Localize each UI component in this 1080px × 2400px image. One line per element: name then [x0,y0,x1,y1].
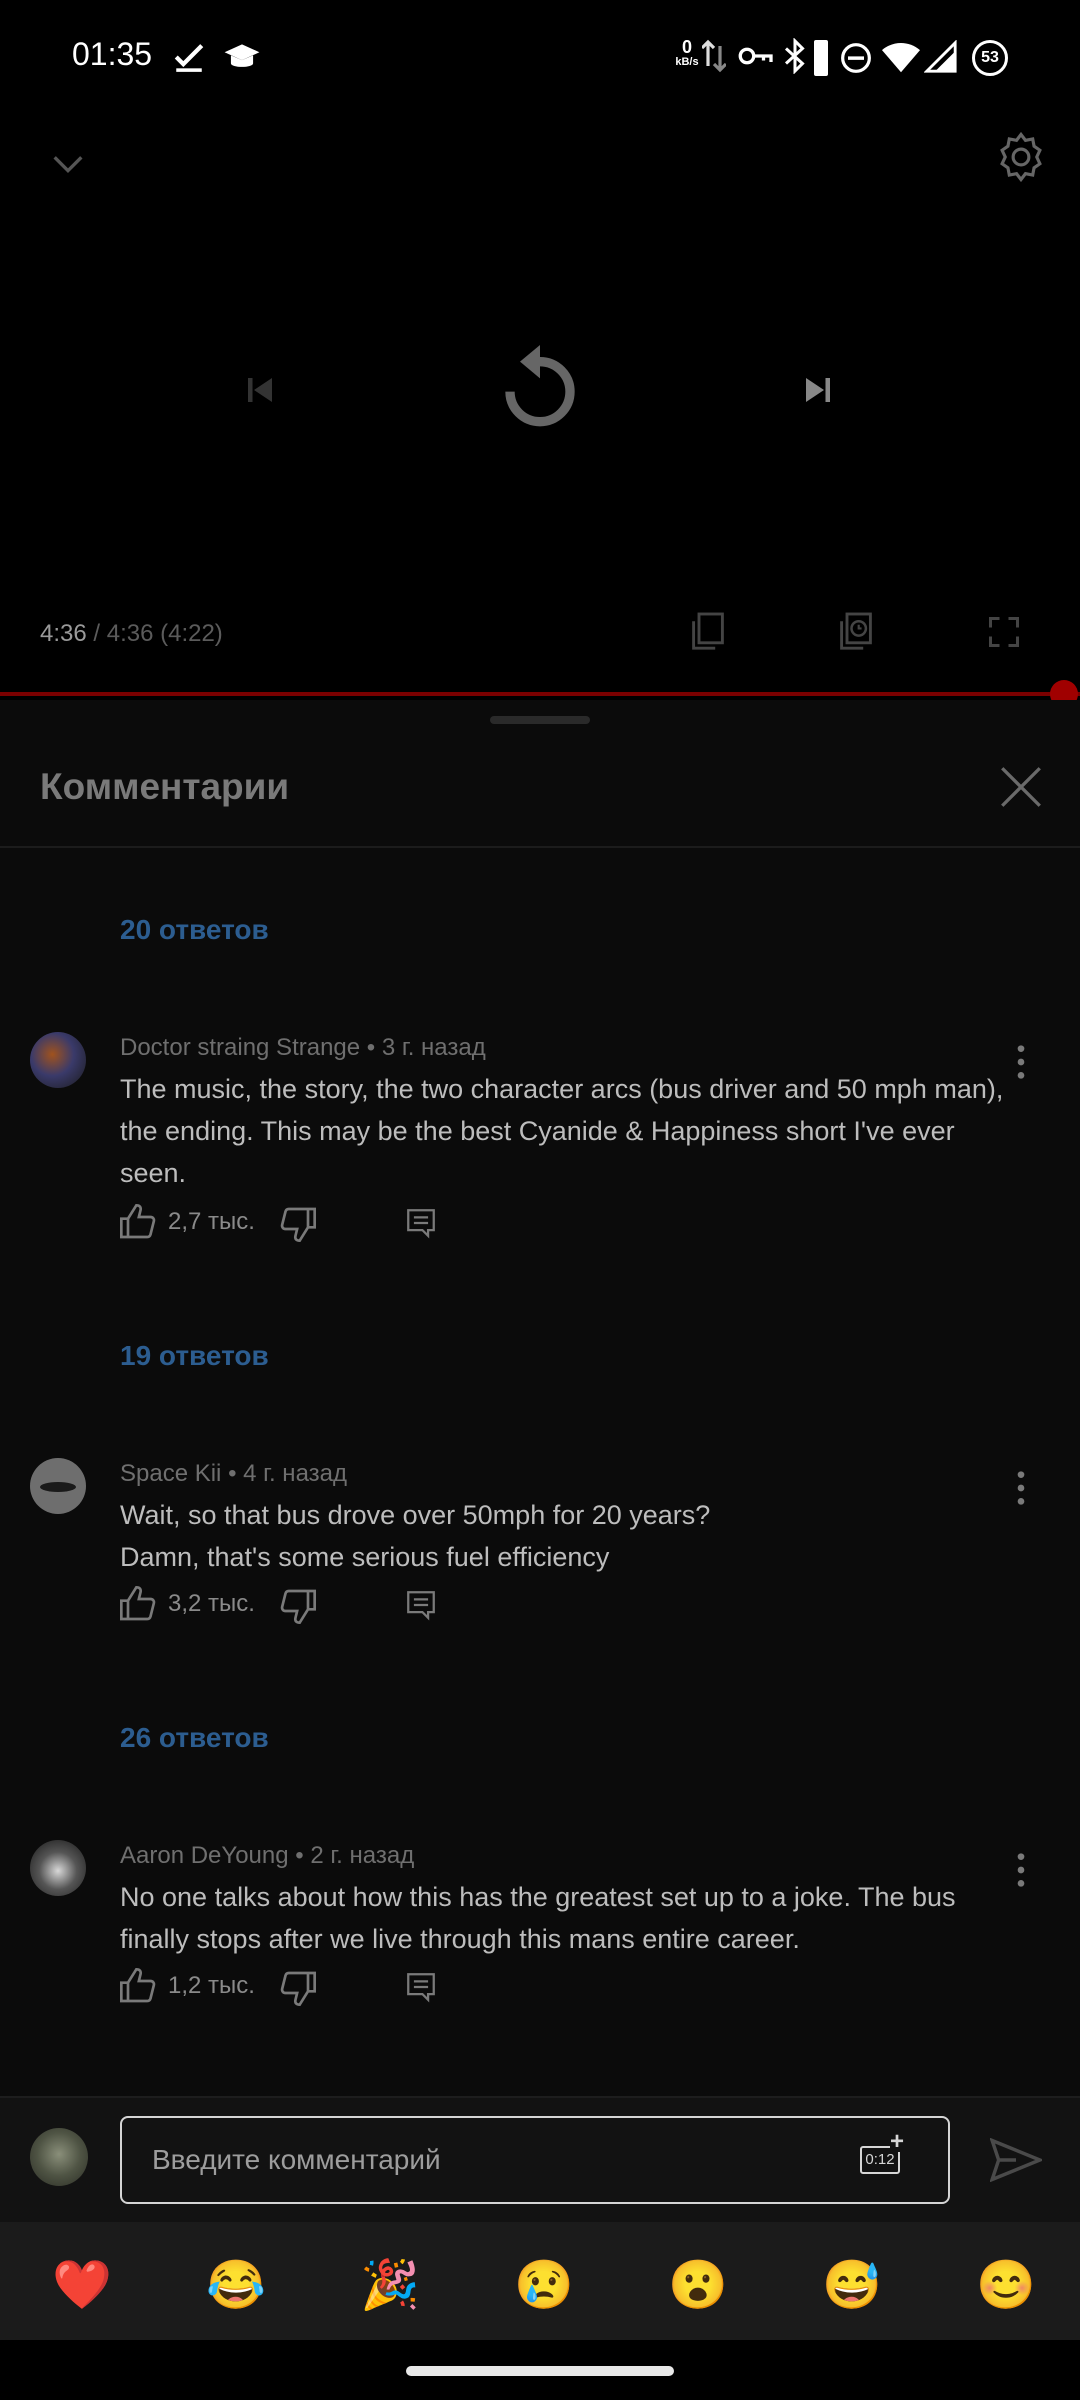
comment-actions: 3,2 тыс. [118,1582,458,1626]
status-time: 01:35 [72,36,153,72]
bluetooth-icon [784,38,805,74]
emoji-party[interactable]: 🎉 [360,2256,420,2313]
comment-text: The music, the story, the two character … [120,1074,1004,1188]
replies-link[interactable]: 19 ответов [120,1340,269,1372]
header-divider [0,846,1080,848]
avatar[interactable] [30,1458,86,1514]
comment-actions: 2,7 тыс. [118,1200,458,1244]
thumb-up-icon[interactable] [118,1202,158,1242]
progress-fill [0,692,1080,696]
thumb-up-icon[interactable] [118,1584,158,1624]
emoji-smile[interactable]: 😊 [976,2256,1036,2313]
emoji-bar: ❤️ 😂 🎉 😢 😮 😅 😊 [0,2222,1080,2340]
wifi-icon [882,42,920,73]
time-total: / 4:36 (4:22) [93,620,223,647]
comment-meta: Space Kii • 4 г. назад [120,1460,347,1488]
video-player[interactable]: 4:36 / 4:36 (4:22) [0,118,1080,708]
like-count: 3,2 тыс. [168,1590,255,1617]
reply-icon[interactable] [404,1970,438,2004]
more-vert-icon[interactable] [1006,1468,1036,1508]
signal-icon [924,40,957,73]
vpn-key-icon [738,47,773,65]
emoji-laugh[interactable]: 😂 [206,2256,266,2313]
reply-icon[interactable] [404,1588,438,1622]
close-icon[interactable] [996,762,1046,812]
comment-text: No one talks about how this has the grea… [120,1882,956,1954]
comment-author[interactable]: Aaron DeYoung [120,1842,289,1869]
like-count: 1,2 тыс. [168,1972,255,1999]
comment-meta: Aaron DeYoung • 2 г. назад [120,1842,414,1870]
progress-track[interactable] [0,692,1080,696]
avatar[interactable] [30,1840,86,1896]
comment-time: • 3 г. назад [366,1034,486,1061]
user-avatar [30,2128,88,2186]
thumb-down-icon[interactable] [278,1586,318,1626]
comment-meta: Doctor straing Strange • 3 г. назад [120,1034,486,1062]
comment-time: • 4 г. назад [228,1460,347,1487]
time-display: 4:36 / 4:36 (4:22) [40,620,223,648]
check-icon [174,44,204,72]
like-count: 2,7 тыс. [168,1208,255,1235]
battery-percent-icon: 53 [972,40,1008,76]
emoji-heart[interactable]: ❤️ [52,2256,112,2313]
fullscreen-icon[interactable] [986,614,1022,650]
emoji-sweat-smile[interactable]: 😅 [822,2256,882,2313]
comment-text: Wait, so that bus drove over 50mph for 2… [120,1500,711,1572]
comment-input-placeholder: Введите комментарий [152,2144,441,2175]
thumb-down-icon[interactable] [278,1204,318,1244]
timestamp-button[interactable]: 0:12 + [860,2130,905,2174]
emoji-sad[interactable]: 😢 [514,2256,574,2313]
replay-icon[interactable] [500,340,580,430]
settings-gear-icon[interactable] [994,130,1048,184]
copy-icon[interactable] [690,612,726,652]
comment-composer: Введите комментарий 0:12 + [0,2096,1080,2222]
drag-handle[interactable] [490,716,590,724]
do-not-disturb-icon [841,43,871,73]
emoji-surprised[interactable]: 😮 [668,2256,728,2313]
graduation-cap-icon [224,44,260,67]
plus-icon: + [890,2128,905,2155]
comment-time: • 2 г. назад [295,1842,415,1869]
replies-link[interactable]: 20 ответов [120,914,269,946]
more-vert-icon[interactable] [1006,1850,1036,1890]
thumb-down-icon[interactable] [278,1968,318,2008]
home-gesture-handle[interactable] [406,2366,674,2376]
comment-author[interactable]: Space Kii [120,1460,221,1487]
replies-link[interactable]: 26 ответов [120,1722,269,1754]
previous-icon[interactable] [242,372,278,408]
comment-input[interactable]: Введите комментарий 0:12 + [120,2116,950,2204]
send-icon[interactable] [990,2138,1042,2182]
avatar[interactable] [30,1032,86,1088]
thumb-up-icon[interactable] [118,1966,158,2006]
net-speed: 0 kB/s [675,37,699,68]
time-current: 4:36 [40,620,87,647]
data-transfer-icon [702,39,726,73]
status-bar: 01:35 0 kB/s 53 [0,0,1080,118]
reply-icon[interactable] [404,1206,438,1240]
comments-title: Комментарии [40,766,290,807]
battery-small-icon [814,40,828,76]
comment-author[interactable]: Doctor straing Strange [120,1034,360,1061]
more-vert-icon[interactable] [1006,1042,1036,1082]
comment-actions: 1,2 тыс. [118,1964,458,2008]
navigation-bar [0,2340,1080,2400]
chevron-down-icon[interactable] [48,144,88,184]
watch-later-icon[interactable] [838,612,874,652]
next-icon[interactable] [800,372,836,408]
